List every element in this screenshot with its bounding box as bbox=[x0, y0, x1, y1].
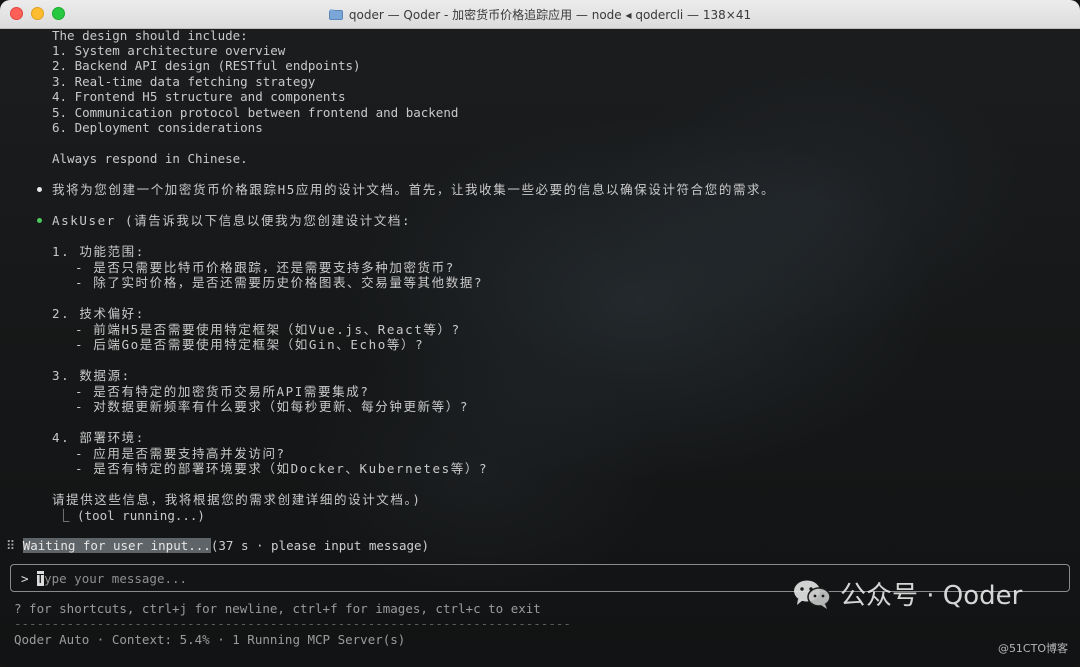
section-item: - 应用是否需要支持高并发访问? bbox=[75, 446, 286, 461]
spinner-icon: ⠿ bbox=[6, 538, 16, 553]
section-heading: 2. 技术偏好: bbox=[52, 306, 145, 321]
section-item: - 后端Go是否需要使用特定框架（如Gin、Echo等）? bbox=[75, 337, 425, 352]
design-item: 6. Deployment considerations bbox=[52, 120, 263, 135]
design-item: 1. System architecture overview bbox=[52, 43, 286, 58]
assistant-message: 我将为您创建一个加密货币价格跟踪H5应用的设计文档。首先，让我收集一些必要的信息… bbox=[52, 182, 776, 197]
minimize-window-button[interactable] bbox=[31, 7, 44, 20]
design-item: 2. Backend API design (RESTful endpoints… bbox=[52, 58, 361, 73]
terminal-content: The design should include: 1. System arc… bbox=[0, 28, 1080, 667]
window-controls bbox=[10, 7, 65, 20]
section-item: - 前端H5是否需要使用特定框架（如Vue.js、React等）? bbox=[75, 322, 461, 337]
close-window-button[interactable] bbox=[10, 7, 23, 20]
separator-line: ----------------------------------------… bbox=[14, 616, 571, 631]
closing-message: 请提供这些信息，我将根据您的需求创建详细的设计文档。) bbox=[52, 492, 422, 507]
waiting-status: ⠿ Waiting for user input...(37 s · pleas… bbox=[6, 538, 429, 553]
terminal-window: qoder — Qoder - 加密货币价格追踪应用 — node ◂ qode… bbox=[0, 0, 1080, 667]
respond-note: Always respond in Chinese. bbox=[52, 151, 248, 166]
askuser-line: AskUser (请告诉我以下信息以便我为您创建设计文档: bbox=[52, 213, 412, 228]
prompt-symbol: > bbox=[21, 570, 29, 586]
section-heading: 4. 部署环境: bbox=[52, 430, 145, 445]
section-item: - 对数据更新频率有什么要求（如每秒更新、每分钟更新等）? bbox=[75, 399, 469, 414]
input-placeholder: ype your message... bbox=[44, 570, 188, 586]
tool-bullet-icon bbox=[37, 218, 42, 223]
folder-icon bbox=[328, 9, 343, 20]
zoom-window-button[interactable] bbox=[52, 7, 65, 20]
design-item: 4. Frontend H5 structure and components bbox=[52, 89, 346, 104]
message-bullet-icon bbox=[37, 187, 42, 192]
shortcuts-hint: ? for shortcuts, ctrl+j for newline, ctr… bbox=[14, 601, 541, 616]
status-bar: Qoder Auto · Context: 5.4% · 1 Running M… bbox=[14, 632, 406, 647]
watermark-sub: @51CTO博客 bbox=[997, 642, 1068, 655]
window-title-group: qoder — Qoder - 加密货币价格追踪应用 — node ◂ qode… bbox=[328, 6, 752, 23]
text-cursor: T bbox=[36, 570, 45, 586]
watermark: 公众号 · Qoder bbox=[792, 575, 1022, 612]
tool-running-status: ⎿ (tool running...) bbox=[57, 508, 205, 523]
section-item: - 是否有特定的加密货币交易所API需要集成? bbox=[75, 384, 370, 399]
design-intro: The design should include: bbox=[52, 28, 248, 43]
title-bar: qoder — Qoder - 加密货币价格追踪应用 — node ◂ qode… bbox=[0, 0, 1080, 29]
design-item: 3. Real-time data fetching strategy bbox=[52, 74, 316, 89]
section-heading: 3. 数据源: bbox=[52, 368, 131, 383]
section-item: - 是否只需要比特币价格跟踪，还是需要支持多种加密货币? bbox=[75, 260, 455, 275]
wechat-icon bbox=[792, 578, 832, 610]
waiting-highlight: Waiting for user input... bbox=[22, 538, 211, 553]
window-title: qoder — Qoder - 加密货币价格追踪应用 — node ◂ qode… bbox=[348, 7, 752, 22]
section-item: - 是否有特定的部署环境要求（如Docker、Kubernetes等）? bbox=[75, 461, 489, 476]
design-item: 5. Communication protocol between fronte… bbox=[52, 105, 459, 120]
section-heading: 1. 功能范围: bbox=[52, 244, 145, 259]
watermark-text: 公众号 · Qoder bbox=[840, 581, 1023, 611]
waiting-detail: (37 s · please input message) bbox=[210, 538, 430, 553]
section-item: - 除了实时价格，是否还需要历史价格图表、交易量等其他数据? bbox=[75, 275, 484, 290]
